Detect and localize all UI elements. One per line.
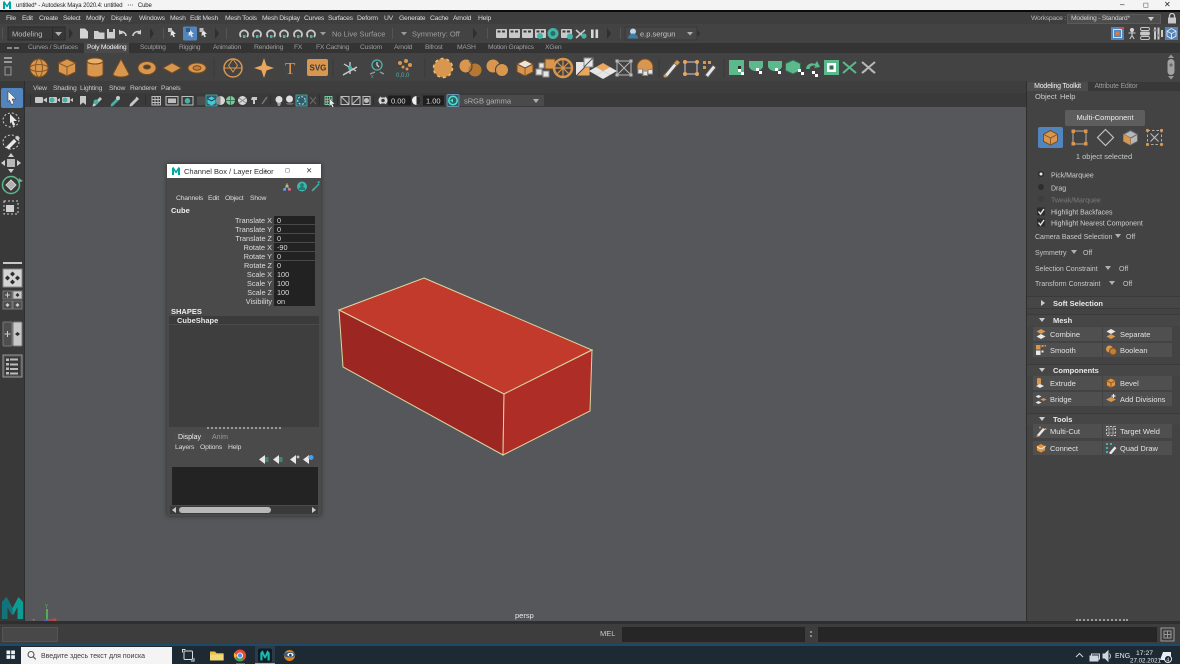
svg-text:Off: Off	[1119, 266, 1128, 273]
svg-text:Drag: Drag	[1051, 186, 1066, 193]
svg-text:4: 4	[1166, 657, 1169, 663]
svg-text:sRGB gamma: sRGB gamma	[464, 97, 512, 106]
svg-text:Off: Off	[1126, 234, 1135, 241]
svg-text:Transform Constraint: Transform Constraint	[1035, 281, 1101, 288]
svg-text:No Live Surface: No Live Surface	[332, 30, 385, 39]
svg-text:17:27: 17:27	[1136, 650, 1153, 657]
svg-text:Off: Off	[1083, 250, 1092, 257]
svg-text:Camera Based Selection: Camera Based Selection	[1035, 234, 1113, 241]
svg-text:0,0,0: 0,0,0	[396, 73, 410, 79]
svg-text:27.02.2021: 27.02.2021	[1130, 658, 1162, 664]
svg-text:Modeling: Modeling	[12, 30, 42, 39]
svg-text:Tweak/Marquee: Tweak/Marquee	[1051, 198, 1101, 205]
svg-text:SVG: SVG	[310, 64, 327, 73]
svg-text:Y: Y	[45, 604, 49, 610]
svg-text:ENG: ENG	[1115, 653, 1130, 660]
svg-text:Highlight Nearest Component: Highlight Nearest Component	[1051, 221, 1143, 228]
svg-text:e.p.sergun: e.p.sergun	[640, 30, 675, 39]
svg-text:Symmetry: Off: Symmetry: Off	[412, 30, 461, 39]
svg-text:1.00: 1.00	[426, 97, 441, 106]
svg-text:0.00: 0.00	[391, 97, 406, 106]
svg-text:Selection Constraint: Selection Constraint	[1035, 266, 1098, 273]
svg-text:x: x	[371, 74, 374, 80]
svg-text:T: T	[285, 59, 296, 78]
svg-text:Symmetry: Symmetry	[1035, 250, 1067, 257]
svg-text:Off: Off	[1123, 281, 1132, 288]
svg-text:Введите здесь текст для поиска: Введите здесь текст для поиска	[41, 653, 145, 660]
svg-text:Pick/Marquee: Pick/Marquee	[1051, 173, 1094, 180]
svg-text:Highlight Backfaces: Highlight Backfaces	[1051, 210, 1113, 217]
